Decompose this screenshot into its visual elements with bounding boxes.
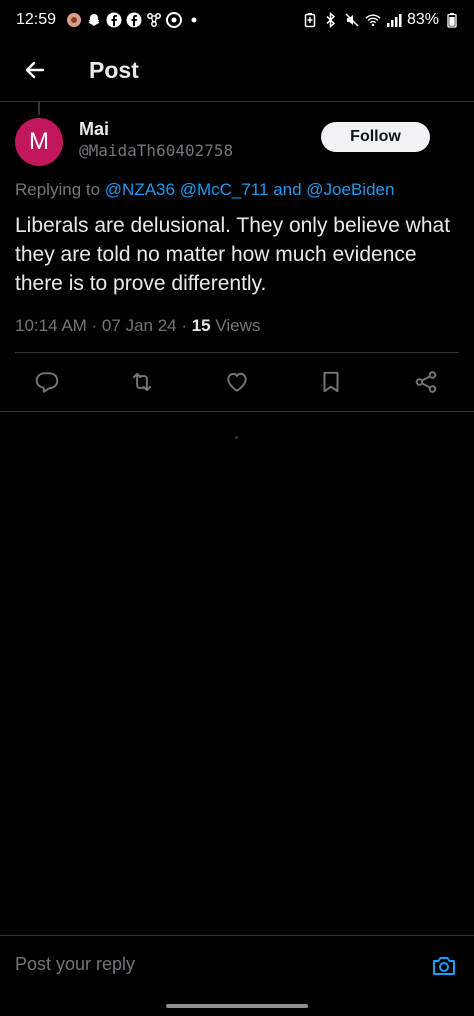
mention-link[interactable]: @NZA36 <box>105 180 175 199</box>
header-divider <box>0 101 474 102</box>
mention-link[interactable]: @JoeBiden <box>306 180 394 199</box>
signal-icon <box>386 12 402 28</box>
tweet-meta: 10:14 AM · 07 Jan 24 · 15 Views <box>15 316 260 336</box>
views-label[interactable]: Views <box>211 316 260 335</box>
status-bar: 12:59 83% <box>0 0 474 40</box>
camera-icon <box>433 957 455 975</box>
replying-to: Replying to @NZA36 @McC_711 and @JoeBide… <box>15 180 394 200</box>
mention-and[interactable]: and <box>273 180 301 199</box>
actions-divider <box>0 411 474 412</box>
repost-icon <box>132 372 152 392</box>
reply-button[interactable] <box>33 368 61 396</box>
loading-indicator <box>235 436 238 439</box>
arrow-left-icon <box>25 61 45 79</box>
views-count[interactable]: 15 <box>192 316 211 335</box>
author-name[interactable]: Mai <box>79 119 109 140</box>
battery-saver-icon <box>302 12 318 28</box>
tweet-text: Liberals are delusional. They only belie… <box>15 214 451 295</box>
facebook-icon <box>126 12 142 28</box>
reply-input[interactable] <box>15 954 415 975</box>
follow-button[interactable]: Follow <box>321 122 430 152</box>
battery-icon <box>444 12 460 28</box>
timestamp[interactable]: 10:14 AM · 07 Jan 24 · <box>15 316 192 335</box>
page-title: Post <box>89 56 139 83</box>
mute-icon <box>344 12 360 28</box>
replying-prefix: Replying to <box>15 180 105 199</box>
bookmark-button[interactable] <box>317 368 345 396</box>
reply-composer <box>0 936 474 996</box>
thread-connector-line <box>38 101 40 115</box>
bluetooth-icon <box>323 12 339 28</box>
app-icon <box>66 12 82 28</box>
back-button[interactable] <box>15 50 55 90</box>
tweet-actions <box>0 362 474 402</box>
camera-button[interactable] <box>430 952 458 980</box>
meta-divider <box>15 352 459 353</box>
snapchat-icon <box>86 12 102 28</box>
chrome-icon <box>166 12 183 28</box>
share-button[interactable] <box>412 368 440 396</box>
wifi-icon <box>365 12 381 28</box>
mention-link[interactable]: @McC_711 <box>180 180 269 199</box>
reply-icon <box>35 372 59 393</box>
repost-button[interactable] <box>128 368 156 396</box>
like-button[interactable] <box>223 368 251 396</box>
network-icon <box>146 12 162 28</box>
dot-icon <box>186 12 202 28</box>
share-icon <box>415 371 437 393</box>
heart-icon <box>227 372 247 392</box>
avatar[interactable]: M <box>15 118 63 166</box>
top-bar: Post <box>0 44 474 96</box>
home-indicator[interactable] <box>166 1004 308 1008</box>
author-handle[interactable]: @MaidaTh60402758 <box>79 141 233 160</box>
facebook-icon <box>106 12 122 28</box>
battery-percent: 83% <box>406 11 439 28</box>
status-time: 12:59 <box>16 11 57 28</box>
bookmark-icon <box>323 371 339 393</box>
